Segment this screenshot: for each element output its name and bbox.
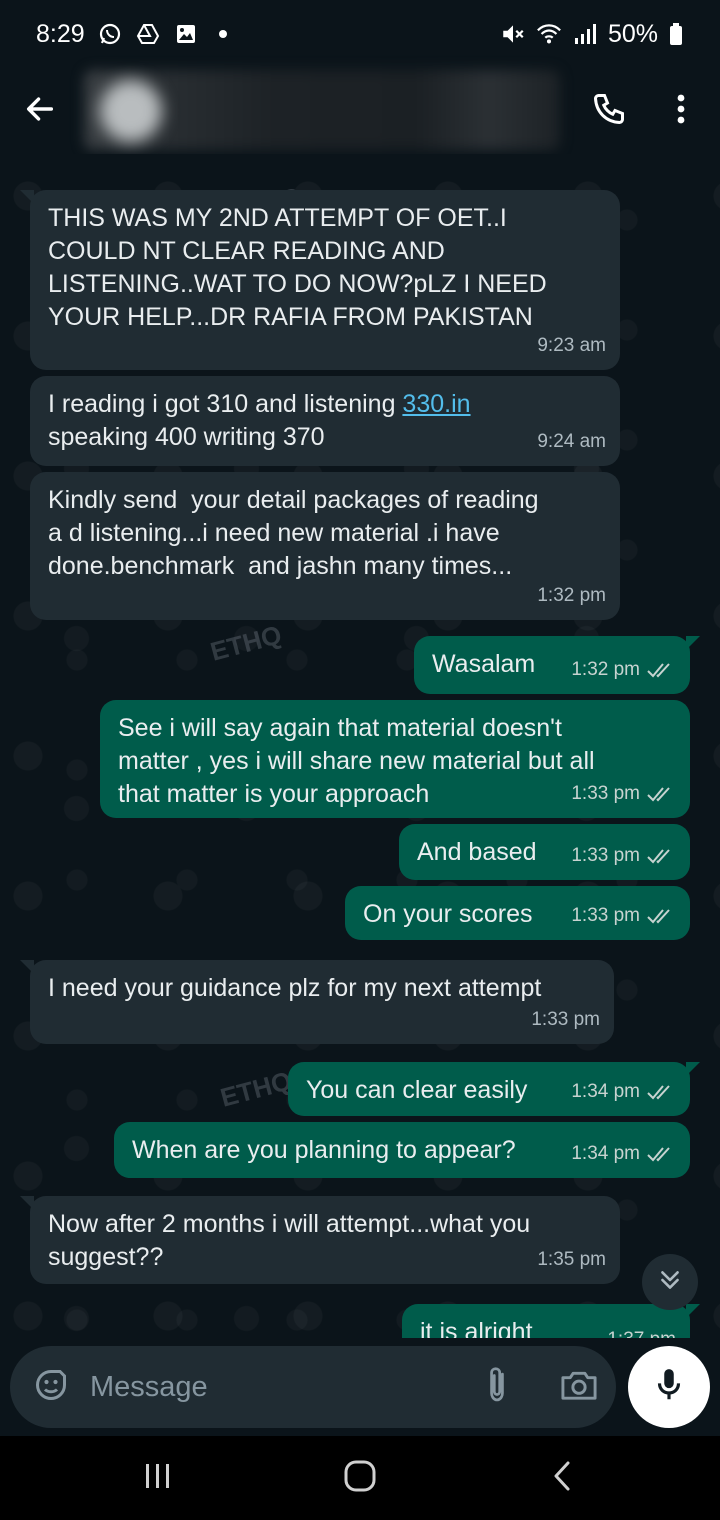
incoming-message[interactable]: I reading i got 310 and listening 330.in…	[30, 376, 620, 466]
message-meta: 1:37 pm	[607, 1323, 676, 1338]
phone-icon	[591, 91, 627, 132]
recent-apps-icon	[142, 1461, 174, 1496]
message-text: THIS WAS MY 2ND ATTEMPT OF OET..I COULD …	[48, 204, 547, 331]
message-time: 1:32 pm	[571, 659, 640, 680]
wifi-icon	[536, 21, 562, 47]
message-input[interactable]	[90, 1364, 450, 1410]
message-time: 1:34 pm	[571, 1143, 640, 1164]
gallery-icon	[173, 21, 199, 47]
read-receipt-icon	[646, 907, 676, 925]
message-time: 1:34 pm	[571, 1081, 640, 1102]
read-receipt-icon	[646, 847, 676, 865]
message-field-container[interactable]	[10, 1346, 616, 1428]
message-meta: 1:32 pm	[571, 653, 676, 686]
message-time: 1:33 pm	[531, 1009, 600, 1030]
outgoing-message[interactable]: And based 1:33 pm	[399, 824, 690, 880]
read-receipt-icon	[646, 1083, 676, 1101]
camera-icon	[560, 1368, 598, 1407]
message-meta: 9:24 am	[537, 425, 606, 458]
message-text-part: I reading i got 310 and listening	[48, 390, 403, 418]
voice-message-button[interactable]	[628, 1346, 710, 1428]
message-time: 1:32 pm	[537, 585, 606, 606]
chat-messages[interactable]: ETHQ ETHQ ETHQ THIS WAS MY 2ND ATTEMPT O…	[0, 154, 720, 1338]
message-text: Now after 2 months i will attempt...what…	[48, 1210, 531, 1271]
battery-percent: 50%	[607, 19, 658, 48]
scroll-to-bottom-button[interactable]	[642, 1254, 698, 1310]
back-nav-button[interactable]	[532, 1456, 592, 1500]
system-nav-bar	[0, 1436, 720, 1520]
signal-icon	[572, 21, 598, 47]
incoming-message[interactable]: Kindly send your detail packages of read…	[30, 472, 620, 620]
mute-icon	[500, 21, 526, 47]
status-time: 8:29	[36, 19, 85, 48]
watermark: ETHQ	[207, 619, 285, 667]
message-time: 9:23 am	[537, 335, 606, 356]
emoji-button[interactable]	[30, 1366, 72, 1408]
message-meta: 1:33 pm	[571, 777, 676, 810]
sticker-emoji-icon	[33, 1367, 69, 1408]
more-options-button[interactable]	[654, 82, 708, 140]
chevron-left-icon	[550, 1460, 574, 1497]
voice-call-button[interactable]	[580, 82, 638, 140]
read-receipt-icon	[646, 785, 676, 803]
composer-bar	[0, 1338, 720, 1436]
avatar[interactable]	[100, 80, 162, 142]
message-meta: 1:34 pm	[571, 1075, 676, 1108]
incoming-message[interactable]: I need your guidance plz for my next att…	[20, 960, 614, 1044]
back-arrow-icon	[23, 92, 57, 131]
microphone-icon	[652, 1366, 686, 1409]
outgoing-message[interactable]: You can clear easily 1:34 pm	[288, 1062, 700, 1116]
back-button[interactable]	[0, 71, 80, 151]
message-meta: 9:23 am	[537, 329, 606, 362]
battery-icon	[668, 21, 684, 47]
home-icon	[343, 1459, 377, 1498]
dot-icon	[218, 30, 227, 38]
chat-header	[0, 68, 720, 154]
message-time: 1:37 pm	[607, 1323, 676, 1338]
attach-button[interactable]	[474, 1364, 520, 1410]
message-text: I reading i got 310 and listening 330.in…	[48, 388, 602, 454]
message-meta: 1:33 pm	[571, 839, 676, 872]
double-chevron-down-icon	[657, 1267, 683, 1298]
status-bar: 8:29 50%	[0, 0, 720, 68]
message-meta: 1:33 pm	[571, 899, 676, 932]
message-time: 9:24 am	[537, 431, 606, 452]
message-meta: 1:35 pm	[537, 1243, 606, 1276]
incoming-message[interactable]: Now after 2 months i will attempt...what…	[20, 1196, 620, 1284]
message-meta: 1:32 pm	[537, 579, 606, 612]
message-meta: 1:34 pm	[571, 1137, 676, 1170]
read-receipt-icon	[646, 1145, 676, 1163]
outgoing-message[interactable]: On your scores 1:33 pm	[345, 886, 690, 940]
message-link[interactable]: 330.in	[402, 390, 470, 418]
paperclip-icon	[482, 1366, 512, 1409]
outgoing-message[interactable]: Wasalam 1:32 pm	[414, 636, 700, 694]
outgoing-message[interactable]: it is alright 1:37 pm	[402, 1304, 700, 1338]
home-button[interactable]	[330, 1456, 390, 1500]
recent-apps-button[interactable]	[128, 1456, 188, 1500]
whatsapp-icon	[97, 21, 123, 47]
outgoing-message[interactable]: See i will say again that material doesn…	[100, 700, 690, 818]
incoming-message[interactable]: THIS WAS MY 2ND ATTEMPT OF OET..I COULD …	[20, 190, 620, 370]
outgoing-message[interactable]: When are you planning to appear? 1:34 pm	[114, 1122, 690, 1178]
message-text-part: speaking 400 writing 370	[48, 423, 325, 451]
more-vert-icon	[676, 93, 686, 130]
message-time: 1:35 pm	[537, 1249, 606, 1270]
read-receipt-icon	[646, 661, 676, 679]
message-text: I need your guidance plz for my next att…	[48, 974, 542, 1002]
message-time: 1:33 pm	[571, 845, 640, 866]
message-time: 1:33 pm	[571, 783, 640, 804]
message-text: Kindly send your detail packages of read…	[48, 486, 539, 580]
message-meta: 1:33 pm	[531, 1003, 600, 1036]
camera-button[interactable]	[554, 1364, 604, 1410]
watermark: ETHQ	[217, 1065, 295, 1113]
drive-icon	[135, 21, 161, 47]
message-time: 1:33 pm	[571, 905, 640, 926]
